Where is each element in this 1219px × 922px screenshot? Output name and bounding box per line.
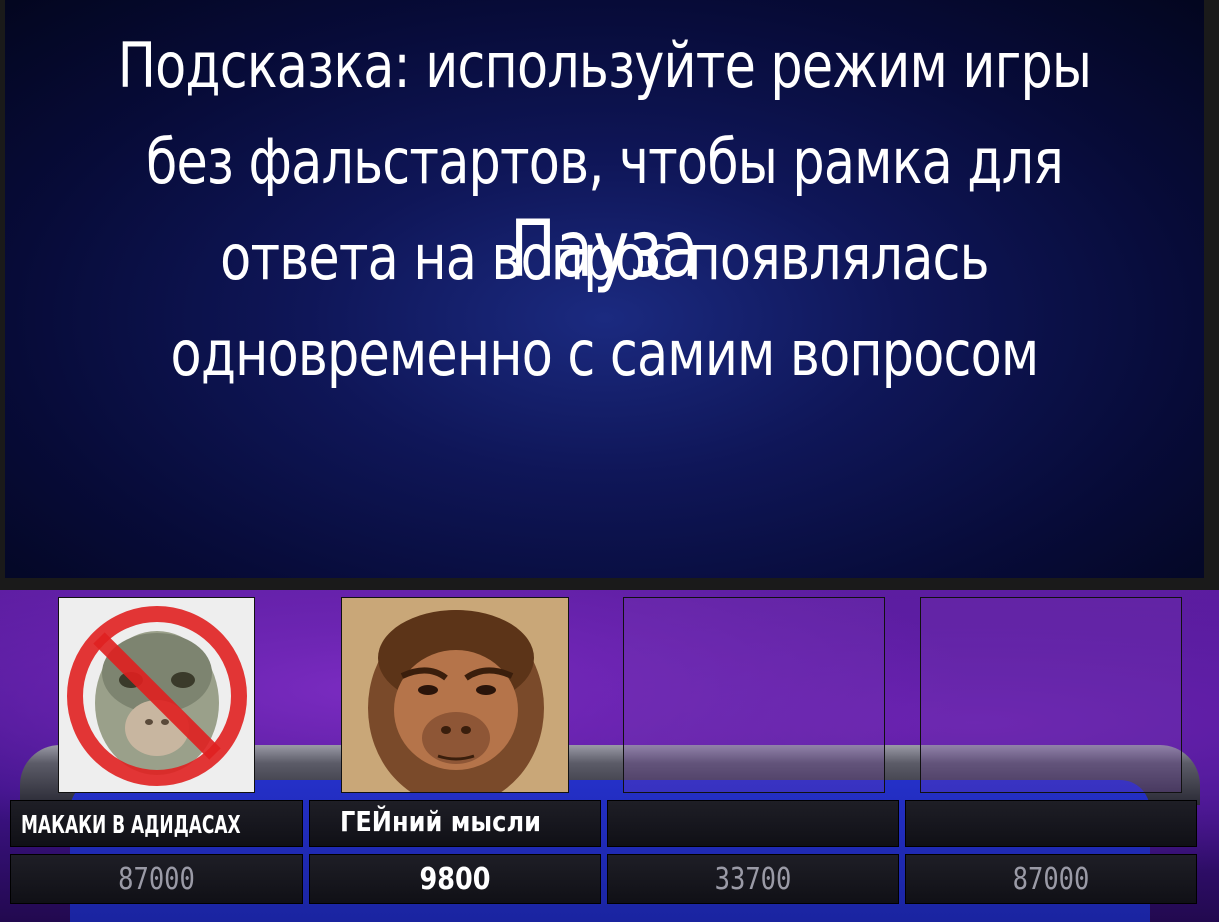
player-name: МАКАКИ В АДИДАСАХ	[21, 810, 241, 839]
player-name-plate-4	[905, 800, 1197, 847]
hint-line: Подсказка: используйте режим игры	[117, 29, 1092, 102]
ape-face-icon	[342, 598, 568, 792]
crossed-out-monkey-icon	[59, 598, 254, 792]
player-score: 33700	[714, 862, 792, 897]
player-score-plate-1: 87000	[10, 854, 303, 904]
player-score: 87000	[118, 862, 195, 897]
player-score-plate-4: 87000	[905, 854, 1197, 904]
player-name: ГЕЙний мысли	[340, 805, 541, 838]
player-name-plate-3	[607, 800, 899, 847]
question-screen: Подсказка: используйте режим игры без фа…	[5, 0, 1204, 578]
player-score: 9800	[419, 862, 491, 897]
hint-line: одновременно с самим вопросом	[170, 317, 1040, 390]
player-avatar-1[interactable]	[58, 597, 255, 793]
player-score-plate-2: 9800	[309, 854, 601, 904]
pause-label: Пауза	[510, 205, 699, 295]
player-score: 87000	[1012, 862, 1090, 897]
player-avatar-4[interactable]	[920, 597, 1182, 793]
players-stage: МАКАКИ В АДИДАСАХ ГЕЙний мысли 87000 980…	[0, 590, 1219, 922]
hint-line: без фальстартов, чтобы рамка для	[145, 125, 1064, 198]
player-avatar-3[interactable]	[623, 597, 885, 793]
player-name-plate-2: ГЕЙний мысли	[309, 800, 601, 847]
player-avatar-2[interactable]	[341, 597, 569, 793]
player-score-plate-3: 33700	[607, 854, 899, 904]
question-board: Подсказка: используйте режим игры без фа…	[0, 0, 1219, 590]
player-name-plate-1: МАКАКИ В АДИДАСАХ	[10, 800, 303, 847]
